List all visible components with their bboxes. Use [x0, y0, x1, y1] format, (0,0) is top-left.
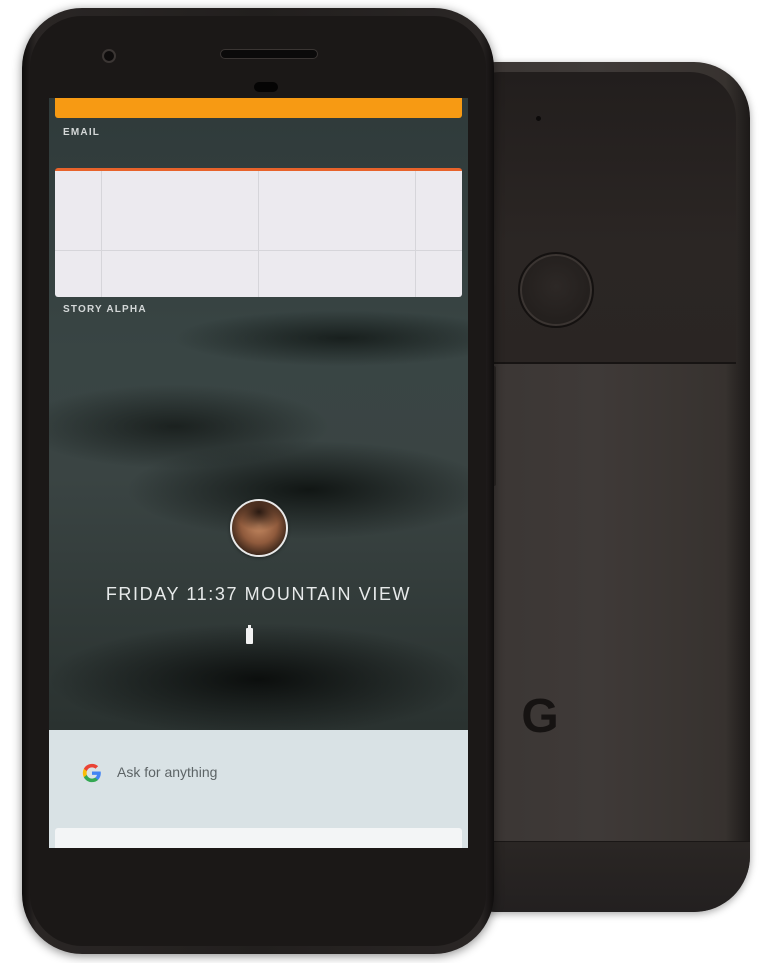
- search-panel: Ask for anything: [49, 730, 468, 848]
- back-logo: G: [521, 690, 559, 743]
- lock-screen-info: FRIDAY 11:37 MOUNTAIN VIEW: [105, 584, 412, 604]
- avatar-hair: [232, 501, 286, 555]
- battery-icon: [246, 625, 253, 644]
- battery-cap: [248, 625, 251, 628]
- fingerprint-sensor: [518, 252, 594, 328]
- email-card[interactable]: [55, 168, 462, 297]
- card-grid-line: [55, 250, 462, 251]
- rear-camera-icon: [536, 116, 541, 121]
- card-grid-line: [415, 171, 416, 297]
- search-input[interactable]: Ask for anything: [117, 764, 217, 780]
- email-section-label: EMAIL: [63, 127, 101, 138]
- google-g-icon[interactable]: [81, 762, 103, 784]
- proximity-sensor: [254, 82, 278, 92]
- earpiece-speaker: [220, 49, 318, 59]
- top-card[interactable]: [55, 98, 462, 118]
- user-avatar[interactable]: [230, 499, 288, 557]
- story-section-label: STORY ALPHA: [63, 304, 147, 315]
- card-grid-line: [101, 171, 102, 297]
- card-grid-line: [258, 171, 259, 297]
- front-camera-icon: [102, 49, 116, 63]
- bottom-card[interactable]: [55, 828, 462, 848]
- phone-screen: EMAIL STORY ALPHA FRIDAY 11:37 MOUNTAIN …: [49, 98, 468, 848]
- back-glass-panel: [454, 72, 736, 364]
